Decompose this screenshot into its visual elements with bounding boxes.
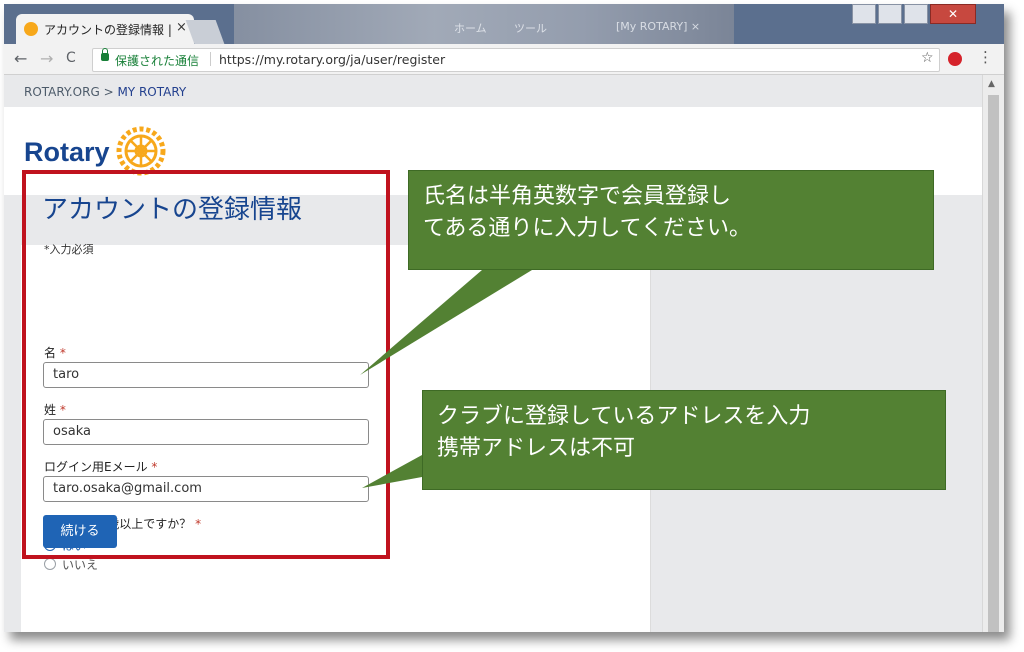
callout-email-instruction: クラブに登録しているアドレスを入力 携帯アドレスは不可	[422, 390, 946, 490]
callout-name-instruction: 氏名は半角英数字で会員登録し てある通りに入力してください。	[408, 170, 934, 270]
callout-pointers	[360, 270, 532, 488]
callout-pointer-1	[360, 270, 532, 375]
callout-line: 携帯アドレスは不可	[437, 436, 636, 461]
callout-line: 氏名は半角英数字で会員登録し	[423, 184, 732, 209]
callout-pointer-2	[362, 455, 422, 488]
callout-line: クラブに登録しているアドレスを入力	[437, 404, 811, 429]
callout-line: てある通りに入力してください。	[423, 216, 752, 241]
screenshot-frame: ホーム ツール [My ROTARY] × アカウントの登録情報 | × ✕ ←…	[4, 4, 1004, 632]
